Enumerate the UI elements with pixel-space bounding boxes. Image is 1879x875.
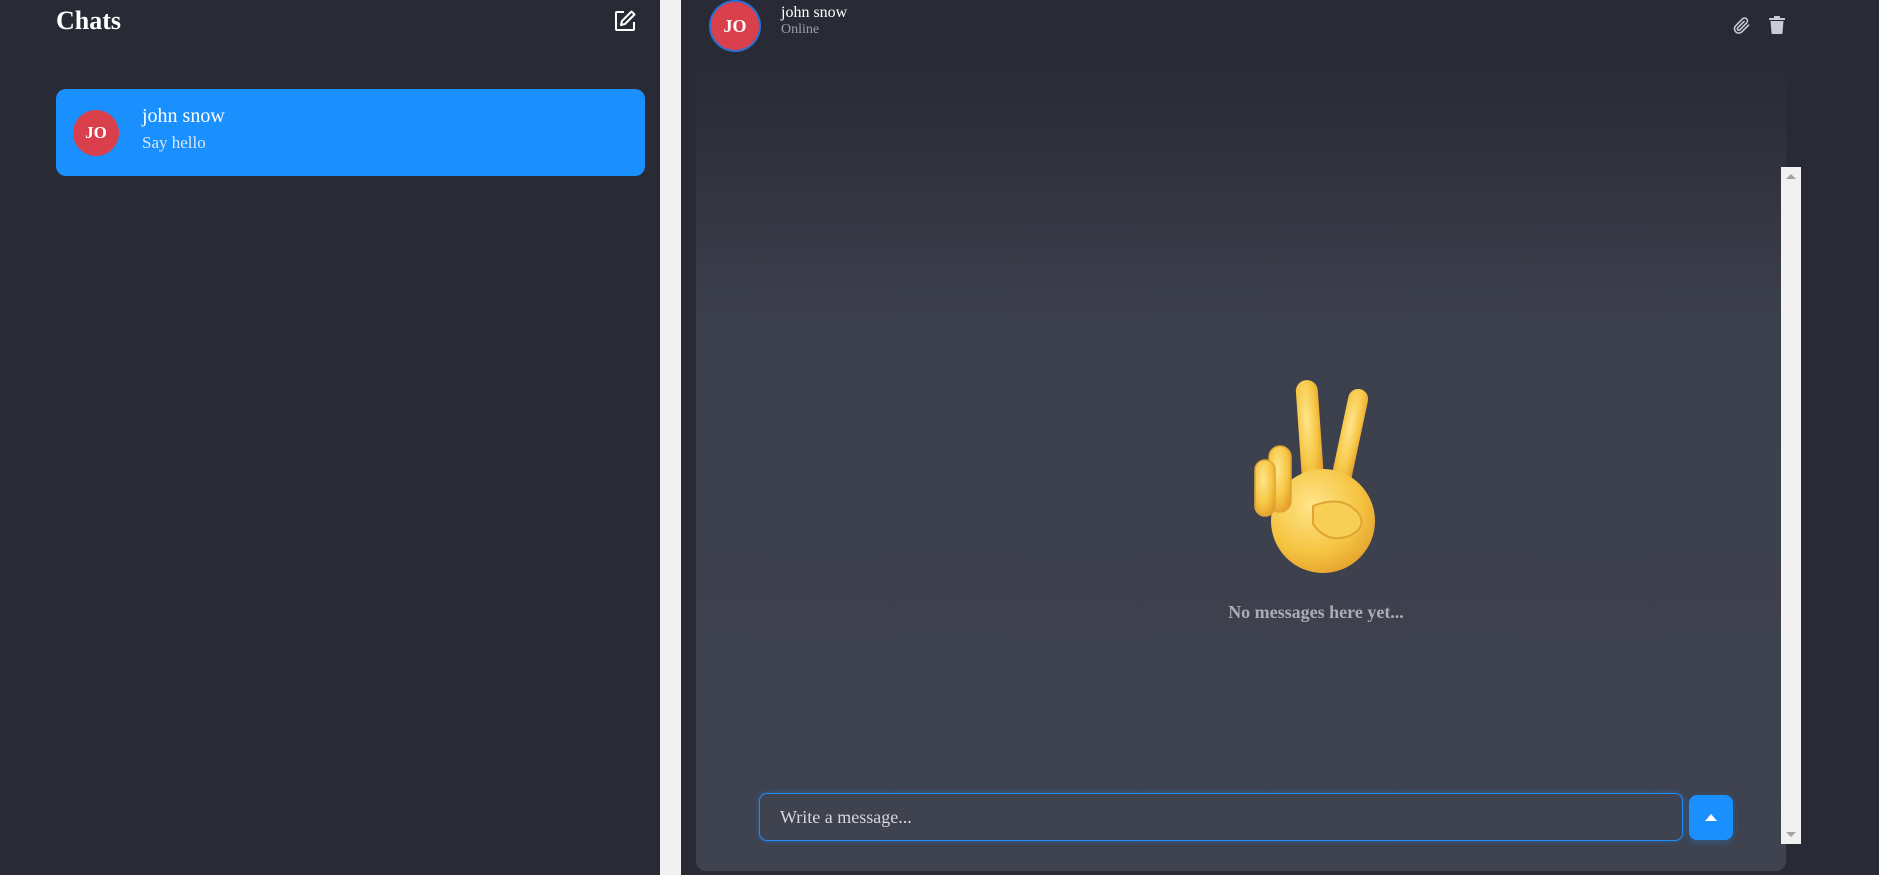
conversation-panel: JO john snow Online No messages here yet… (681, 0, 1879, 875)
header-contact-name: john snow (781, 4, 848, 21)
scroll-down-arrow[interactable] (1786, 832, 1796, 837)
trash-icon (1769, 16, 1785, 34)
chat-list-item[interactable]: JO john snow Say hello (56, 89, 645, 176)
send-arrow-icon (1705, 814, 1717, 821)
chat-sidebar: Chats JO john snow Say hello (0, 0, 660, 875)
scroll-up-arrow[interactable] (1786, 174, 1796, 179)
attach-button[interactable] (1730, 14, 1752, 36)
message-input[interactable] (759, 793, 1683, 841)
header-avatar[interactable]: JO (711, 2, 759, 50)
panel-divider (660, 0, 681, 875)
header-status: Online (781, 22, 820, 37)
peace-hand-icon (1254, 380, 1375, 573)
empty-state-message: No messages here yet... (1228, 602, 1404, 622)
empty-state: No messages here yet... (1136, 368, 1496, 638)
chat-name: john snow (142, 105, 225, 127)
delete-chat-button[interactable] (1766, 14, 1788, 36)
chat-avatar: JO (73, 110, 119, 156)
message-area: No messages here yet... (696, 58, 1801, 871)
sidebar-title: Chats (56, 6, 122, 35)
paperclip-icon (1733, 16, 1749, 34)
message-scrollbar[interactable] (1781, 167, 1801, 844)
compose-icon (615, 10, 636, 31)
send-button[interactable] (1689, 795, 1733, 840)
compose-button[interactable] (612, 8, 638, 34)
chat-preview: Say hello (142, 133, 206, 152)
